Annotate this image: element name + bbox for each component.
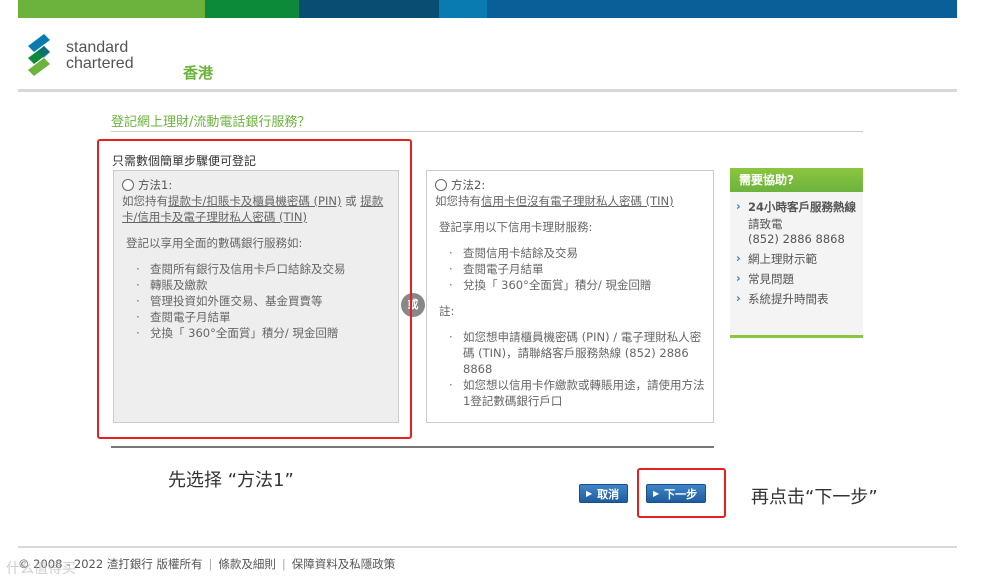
- method2-feature-list: 查閱信用卡結餘及交易 查閱電子月結單 兌換「 360°全面賞」積分/ 現金回贈: [435, 245, 705, 293]
- standard-chartered-logo: [28, 34, 50, 76]
- method2-label: 方法2:: [451, 178, 486, 192]
- top-color-bar: [18, 0, 957, 18]
- footer-link-terms[interactable]: 條款及細則: [218, 556, 276, 572]
- method2-radio-row[interactable]: 方法2:: [435, 177, 705, 193]
- method2-description: 如您持有信用卡但沒有電子理財私人密碼 (TIN): [435, 194, 674, 208]
- help-link-demo[interactable]: 網上理財示範: [730, 251, 863, 267]
- annotation-step2: 再点击“下一步”: [751, 487, 878, 508]
- list-item: 查閱電子月結單: [435, 261, 705, 277]
- help-title: 需要協助?: [730, 168, 863, 192]
- list-item: 如您想申請櫃員機密碼 (PIN) / 電子理財私人密碼 (TIN)，請聯絡客戶服…: [435, 329, 705, 377]
- list-item: 如您想以信用卡作繳款或轉賬用途，請使用方法1登記數碼銀行戶口: [435, 377, 705, 409]
- arrow-right-icon: ▶: [653, 489, 660, 498]
- list-item: 兌換「 360°全面賞」積分/ 現金回贈: [435, 277, 705, 293]
- content-divider: [111, 446, 714, 448]
- watermark: 什么值得买: [6, 561, 76, 577]
- method2-link-card[interactable]: 信用卡但沒有電子理財私人密碼 (TIN): [481, 194, 674, 208]
- help-link-schedule[interactable]: 系統提升時間表: [730, 291, 863, 307]
- help-box: 需要協助? 24小時客戶服務熱線 請致電 (852) 2886 8868 網上理…: [730, 168, 863, 338]
- annotation-step1: 先选择 “方法1”: [168, 470, 294, 491]
- method2-note-list: 如您想申請櫃員機密碼 (PIN) / 電子理財私人密碼 (TIN)，請聯絡客戶服…: [435, 329, 705, 409]
- help-link-faq[interactable]: 常見問題: [730, 271, 863, 287]
- list-item: 查閱信用卡結餘及交易: [435, 245, 705, 261]
- footer-link-privacy[interactable]: 保障資料及私隱政策: [292, 556, 396, 572]
- region-label: 香港: [183, 64, 214, 82]
- method2-subtitle: 登記享用以下信用卡理財服務:: [439, 220, 593, 234]
- arrow-right-icon: ▶: [586, 489, 593, 498]
- next-button-label: 下一步: [664, 487, 698, 501]
- cancel-button-label: 取消: [597, 487, 620, 501]
- method2-radio[interactable]: [435, 179, 447, 191]
- page-title: 登記網上理財/流動電話銀行服務？: [111, 115, 311, 130]
- method2-note-label: 註:: [439, 304, 455, 318]
- header-divider: [18, 89, 957, 92]
- annotation-box-method1: [97, 139, 412, 439]
- method2-panel[interactable]: 方法2: 如您持有信用卡但沒有電子理財私人密碼 (TIN) 登記享用以下信用卡理…: [426, 170, 714, 423]
- help-phone: (852) 2886 8868: [748, 232, 845, 246]
- help-call-label: 請致電: [748, 217, 783, 231]
- cancel-button[interactable]: ▶ 取消: [579, 484, 629, 503]
- help-hotline-label: 24小時客戶服務熱線: [730, 199, 863, 215]
- footer-divider: [18, 546, 957, 548]
- brand-name: standard chartered: [66, 39, 134, 72]
- title-divider: [111, 131, 863, 132]
- next-button[interactable]: ▶ 下一步: [646, 484, 707, 503]
